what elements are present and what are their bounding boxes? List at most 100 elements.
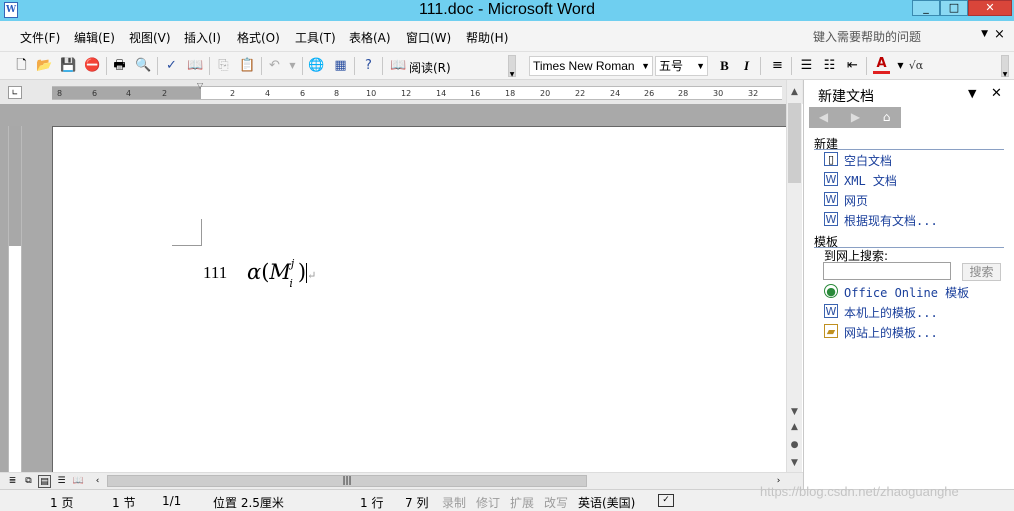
blank-document-link[interactable]: 空白文档 [844,152,892,169]
next-page-icon[interactable]: ▼ [788,456,801,470]
website-templates-link[interactable]: 网站上的模板... [844,324,938,341]
tab-selector-icon[interactable]: ∟ [8,86,22,99]
back-icon[interactable]: ◀ [815,109,832,126]
decrease-indent-icon[interactable]: ⇤ [844,57,861,74]
permission-icon[interactable]: ⛔ [84,57,101,74]
scroll-down-icon[interactable]: ▼ [788,405,801,419]
bold-button[interactable]: B [716,57,733,74]
insert-formula-button[interactable]: √α [905,57,927,74]
read-mode-button[interactable]: 阅读(R) [409,59,451,76]
new-document-icon[interactable]: 🗋 [13,57,30,74]
help-question-box[interactable]: 键入需要帮助的问题 ▼ [813,28,988,45]
horizontal-ruler[interactable]: 8642 2468 10 12 14 16 18 20 22 24 26 28 30 32 ▽ [52,81,782,100]
menu-tools[interactable]: 工具(T) [295,29,336,46]
align-center-icon[interactable]: ≡ [769,57,786,74]
select-browse-object-icon[interactable]: ● [788,438,801,452]
italic-button[interactable]: I [738,57,755,74]
home-icon[interactable]: ⌂ [878,109,895,126]
menu-window[interactable]: 窗口(W) [406,29,451,46]
status-extend[interactable]: 扩展 [510,494,534,511]
menu-help[interactable]: 帮助(H) [466,29,508,46]
help-placeholder: 键入需要帮助的问题 [813,30,922,44]
task-pane-menu-icon[interactable]: ▼ [968,87,976,100]
hyperlink-icon[interactable]: 🌐 [308,57,325,74]
help-icon[interactable]: ? [360,57,377,74]
document-close-icon[interactable]: × [994,27,1005,42]
read-mode-icon[interactable]: 📖 [390,57,407,74]
document-text[interactable]: 111 [203,263,227,283]
undo-dropdown-icon[interactable]: ▼ [284,57,301,74]
spelling-icon[interactable]: ✓ [163,57,180,74]
document-area: 111 α(Mji)↵ [0,104,786,472]
menu-edit[interactable]: 编辑(E) [74,29,115,46]
menu-format[interactable]: 格式(O) [237,29,280,46]
chevron-down-icon[interactable]: ▼ [981,29,988,39]
outline-view-icon[interactable]: ☰ [55,475,68,488]
local-templates-link[interactable]: 本机上的模板... [844,304,938,321]
previous-page-icon[interactable]: ▲ [788,420,801,434]
template-search-input[interactable] [823,262,951,280]
forward-icon[interactable]: ▶ [847,109,864,126]
menu-insert[interactable]: 插入(I) [184,29,221,46]
copy-icon[interactable]: ⎘ [215,57,232,74]
menu-file[interactable]: 文件(F) [20,29,60,46]
print-icon[interactable]: 🖶 [111,57,128,74]
open-folder-icon[interactable]: 📂 [36,57,53,74]
web-page-icon: W [824,192,838,206]
close-button[interactable]: ✕ [968,0,1012,16]
title-bar: W 111.doc - Microsoft Word _ □ ✕ [0,0,1014,21]
status-track-changes[interactable]: 修订 [476,494,500,511]
template-search-button[interactable]: 搜索 [962,263,1001,281]
print-preview-icon[interactable]: 🔍 [135,57,152,74]
save-icon[interactable]: 💾 [60,57,77,74]
chevron-down-icon[interactable]: ▼ [641,57,650,75]
reading-view-icon[interactable]: 📖 [72,475,85,488]
paste-icon[interactable]: 📋 [239,57,256,74]
research-icon[interactable]: 📖 [187,57,204,74]
svg-text:4: 4 [265,89,270,98]
task-pane-close-icon[interactable]: ✕ [991,86,1002,101]
table-icon[interactable]: ▦ [332,57,349,74]
vertical-ruler[interactable] [8,126,22,472]
toolbar: 🗋 📂 💾 ⛔ 🖶 🔍 ✓ 📖 ⎘ 📋 ↶ ▼ 🌐 ▦ ? 📖 阅读(R) ▼ … [0,52,1014,80]
minimize-button[interactable]: _ [912,0,940,16]
status-position: 位置 2.5厘米 [213,496,284,510]
undo-icon[interactable]: ↶ [266,57,283,74]
svg-text:14: 14 [436,89,446,98]
numbered-list-icon[interactable]: ☰ [798,57,815,74]
margin-corner-mark [172,219,202,246]
normal-view-icon[interactable]: ≣ [6,475,19,488]
spelling-status-icon[interactable]: ✓ [658,494,674,507]
status-section: 1 节 [112,496,136,510]
indent-marker-icon[interactable]: ▽ [197,81,203,90]
vertical-scrollbar[interactable]: ▲ ▼ ▲ ● ▼ [786,80,802,472]
web-page-link[interactable]: 网页 [844,192,868,209]
menu-bar: 文件(F) 编辑(E) 视图(V) 插入(I) 格式(O) 工具(T) 表格(A… [0,21,1014,52]
menu-view[interactable]: 视图(V) [129,29,171,46]
print-layout-view-icon[interactable]: ▤ [38,475,51,488]
svg-text:18: 18 [505,89,515,98]
maximize-button[interactable]: □ [940,0,968,16]
chevron-down-icon[interactable]: ▼ [696,57,705,75]
scrollbar-thumb[interactable] [788,103,801,183]
equation-object[interactable]: α(Mji)↵ [247,257,316,290]
font-size-value: 五号 [659,59,684,73]
scroll-left-icon[interactable]: ‹ [91,475,104,488]
horizontal-scrollbar-thumb[interactable]: ||| [107,475,587,487]
from-existing-link[interactable]: 根据现有文档... [844,212,938,229]
scroll-up-icon[interactable]: ▲ [788,85,801,99]
xml-document-link[interactable]: XML 文档 [844,172,897,189]
status-record[interactable]: 录制 [442,494,466,511]
document-page[interactable]: 111 α(Mji)↵ [52,126,786,472]
font-size-dropdown[interactable]: 五号 ▼ [655,56,708,76]
font-name-dropdown[interactable]: Times New Roman ▼ [529,56,653,76]
toolbar-options-gripper[interactable]: ▼ [508,55,516,78]
font-color-button[interactable]: A [873,57,890,74]
status-overtype[interactable]: 改写 [544,494,568,511]
status-language[interactable]: 英语(美国) [578,494,635,511]
toolbar-options-gripper[interactable]: ▼ [1001,55,1009,78]
bullet-list-icon[interactable]: ☷ [821,57,838,74]
menu-table[interactable]: 表格(A) [349,29,391,46]
office-online-templates-link[interactable]: Office Online 模板 [844,284,969,301]
web-view-icon[interactable]: ⧉ [22,475,35,488]
